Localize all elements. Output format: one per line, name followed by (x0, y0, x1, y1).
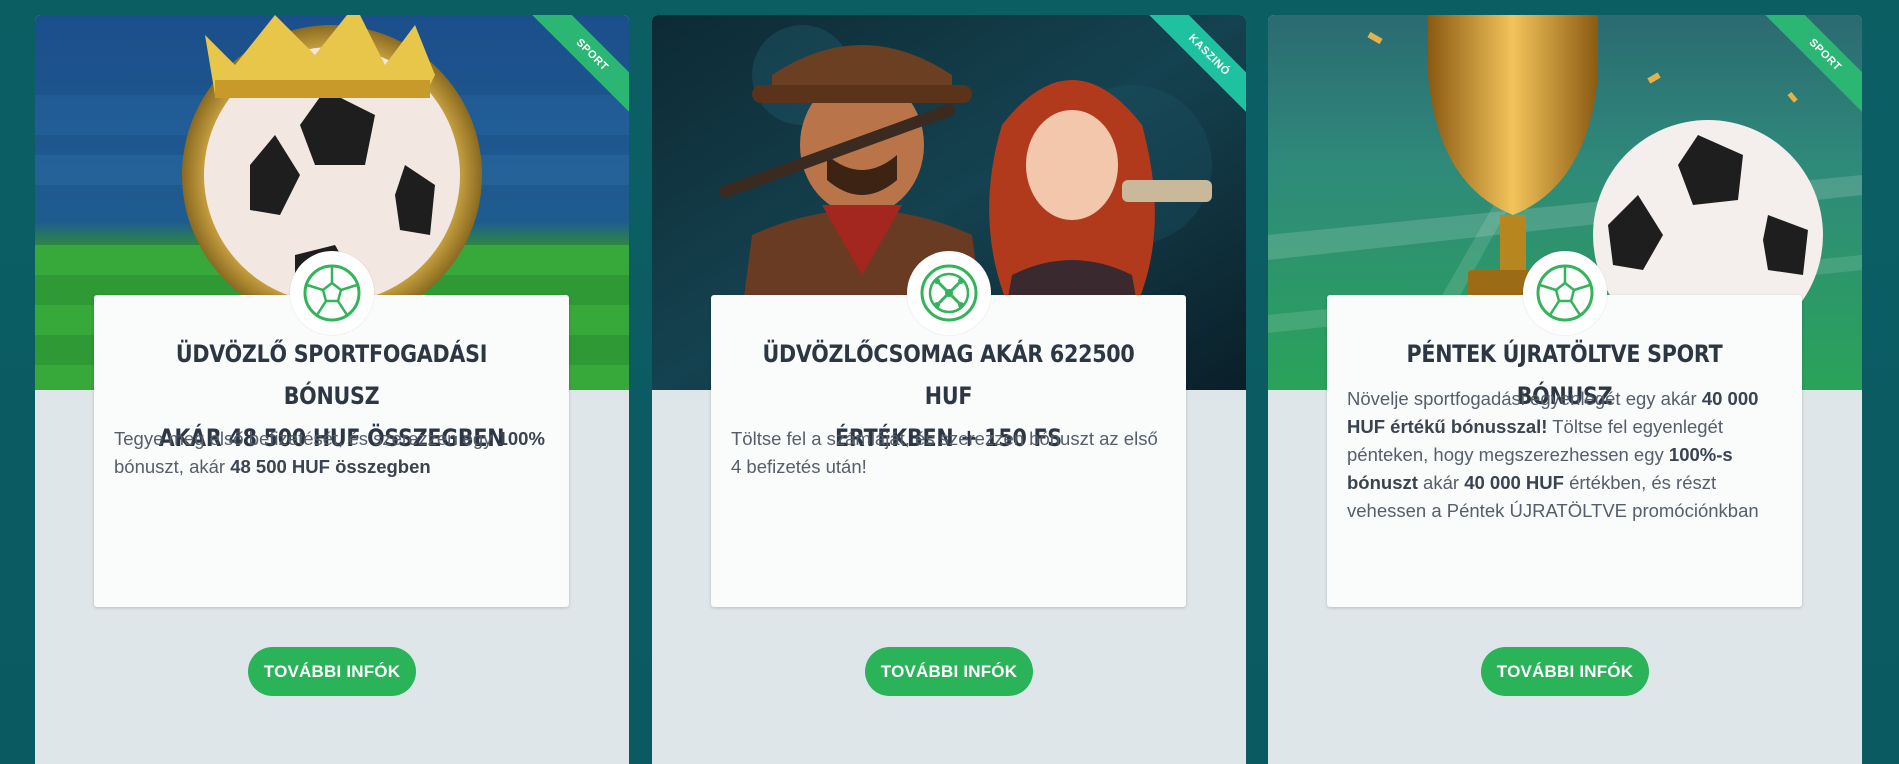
description-text: 100% (497, 428, 545, 449)
category-ribbon: KASZINÓ (1136, 15, 1246, 125)
promo-title-line-1: ÜDVÖZLŐ SPORTFOGADÁSI BÓNUSZ (175, 340, 488, 410)
description-text: Tegye meg első befizetését, és szerezzen… (114, 428, 498, 449)
description-text: 40 000 HUF (1464, 472, 1564, 493)
promo-description: Tegye meg első befizetését, és szerezzen… (114, 425, 549, 481)
description-text: bónuszt, akár (114, 456, 231, 477)
soccer-ball-icon (1523, 251, 1607, 335)
ribbon-label: SPORT (1762, 15, 1862, 118)
promo-card-friday-reload: SPORT PÉNTEK ÚJRATÖLTVE SPORT BÓNUSZ Növ… (1268, 15, 1862, 764)
promo-cards: SPORT ÜDVÖZLŐ SPORTFOGADÁSI BÓNUSZ AKÁR … (0, 0, 1899, 764)
ribbon-label: KASZINÓ (1146, 15, 1246, 118)
more-info-button[interactable]: TOVÁBBI INFÓK (248, 647, 416, 696)
description-text: akár (1417, 472, 1465, 493)
description-text: 48 500 HUF összegben (230, 456, 431, 477)
soccer-ball-icon (290, 251, 374, 335)
description-text: Növelje sportfogadási egyenlegét egy aká… (1347, 388, 1702, 409)
promo-description: Töltse fel a számláját, és szerezzen bón… (731, 425, 1166, 481)
promo-card-sport-welcome: SPORT ÜDVÖZLŐ SPORTFOGADÁSI BÓNUSZ AKÁR … (35, 15, 629, 764)
ribbon-label: SPORT (529, 15, 629, 118)
promo-card-casino-welcome: KASZINÓ ÜDVÖZLŐCSOMAG AKÁR 622500 HUF ÉR… (652, 15, 1246, 764)
category-ribbon: SPORT (1752, 15, 1862, 125)
category-ribbon: SPORT (519, 15, 629, 125)
promo-info-panel: ÜDVÖZLŐ SPORTFOGADÁSI BÓNUSZ AKÁR 48 500… (94, 295, 569, 607)
promo-title-line-1: ÜDVÖZLŐCSOMAG AKÁR 622500 HUF (762, 340, 1135, 410)
more-info-button[interactable]: TOVÁBBI INFÓK (865, 647, 1033, 696)
promo-description: Növelje sportfogadási egyenlegét egy aká… (1347, 385, 1782, 525)
promo-info-panel: PÉNTEK ÚJRATÖLTVE SPORT BÓNUSZ Növelje s… (1327, 295, 1802, 607)
roulette-icon (907, 251, 991, 335)
promo-info-panel: ÜDVÖZLŐCSOMAG AKÁR 622500 HUF ÉRTÉKBEN +… (711, 295, 1186, 607)
description-text: Töltse fel a számláját, és szerezzen bón… (731, 428, 1158, 477)
more-info-button[interactable]: TOVÁBBI INFÓK (1481, 647, 1649, 696)
